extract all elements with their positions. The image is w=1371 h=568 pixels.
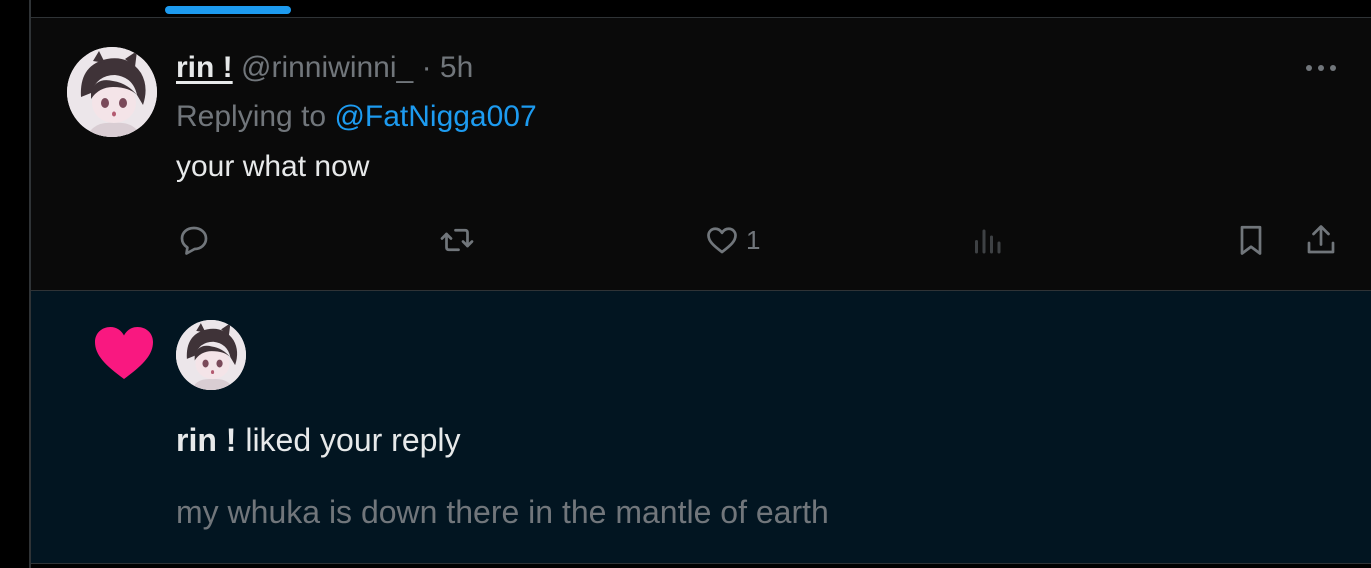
avatar[interactable] <box>67 47 157 137</box>
reply-button[interactable] <box>176 218 212 262</box>
actor-name[interactable]: rin ! <box>176 422 236 458</box>
notification-card[interactable]: rin ! liked your reply my whuka is down … <box>31 291 1371 563</box>
replying-to: Replying to @FatNigga007 <box>176 99 537 135</box>
active-tab-indicator <box>165 6 291 14</box>
more-button[interactable] <box>1301 56 1341 80</box>
bookmark-icon <box>1240 225 1262 255</box>
separator-dot: · <box>421 51 432 84</box>
bookmark-button[interactable] <box>1233 218 1269 262</box>
analytics-icon <box>975 229 1001 254</box>
timeline: rin ! @rinniwinni_ · 5h Replying to @Fat… <box>0 0 1371 568</box>
share-button[interactable] <box>1303 218 1339 262</box>
avatar[interactable] <box>176 320 246 390</box>
divider <box>31 563 1371 564</box>
tweet-header: rin ! @rinniwinni_ · 5h <box>176 50 473 86</box>
reply-icon <box>180 226 208 255</box>
share-icon <box>1307 225 1335 254</box>
heart-filled-icon <box>95 327 153 379</box>
quoted-reply: my whuka is down there in the mantle of … <box>176 494 829 530</box>
views-button[interactable] <box>969 218 1005 262</box>
heart-icon <box>707 227 737 254</box>
tweet-card[interactable]: rin ! @rinniwinni_ · 5h Replying to @Fat… <box>31 18 1371 290</box>
avatar-image <box>176 320 246 390</box>
timestamp[interactable]: 5h <box>440 51 473 84</box>
display-name[interactable]: rin ! <box>176 51 233 84</box>
notification-text: rin ! liked your reply <box>176 421 461 459</box>
like-button[interactable]: 1 <box>704 218 760 262</box>
retweet-icon <box>440 228 474 252</box>
mention-link[interactable]: @FatNigga007 <box>334 100 536 133</box>
handle[interactable]: @rinniwinni_ <box>241 51 413 84</box>
retweet-button[interactable] <box>439 218 475 262</box>
like-count: 1 <box>746 225 761 255</box>
replying-prefix: Replying to <box>176 100 327 133</box>
avatar-image <box>67 47 157 137</box>
tweet-text: your what now <box>176 150 370 183</box>
more-icon <box>1306 65 1336 71</box>
action-text: liked your reply <box>245 422 461 458</box>
